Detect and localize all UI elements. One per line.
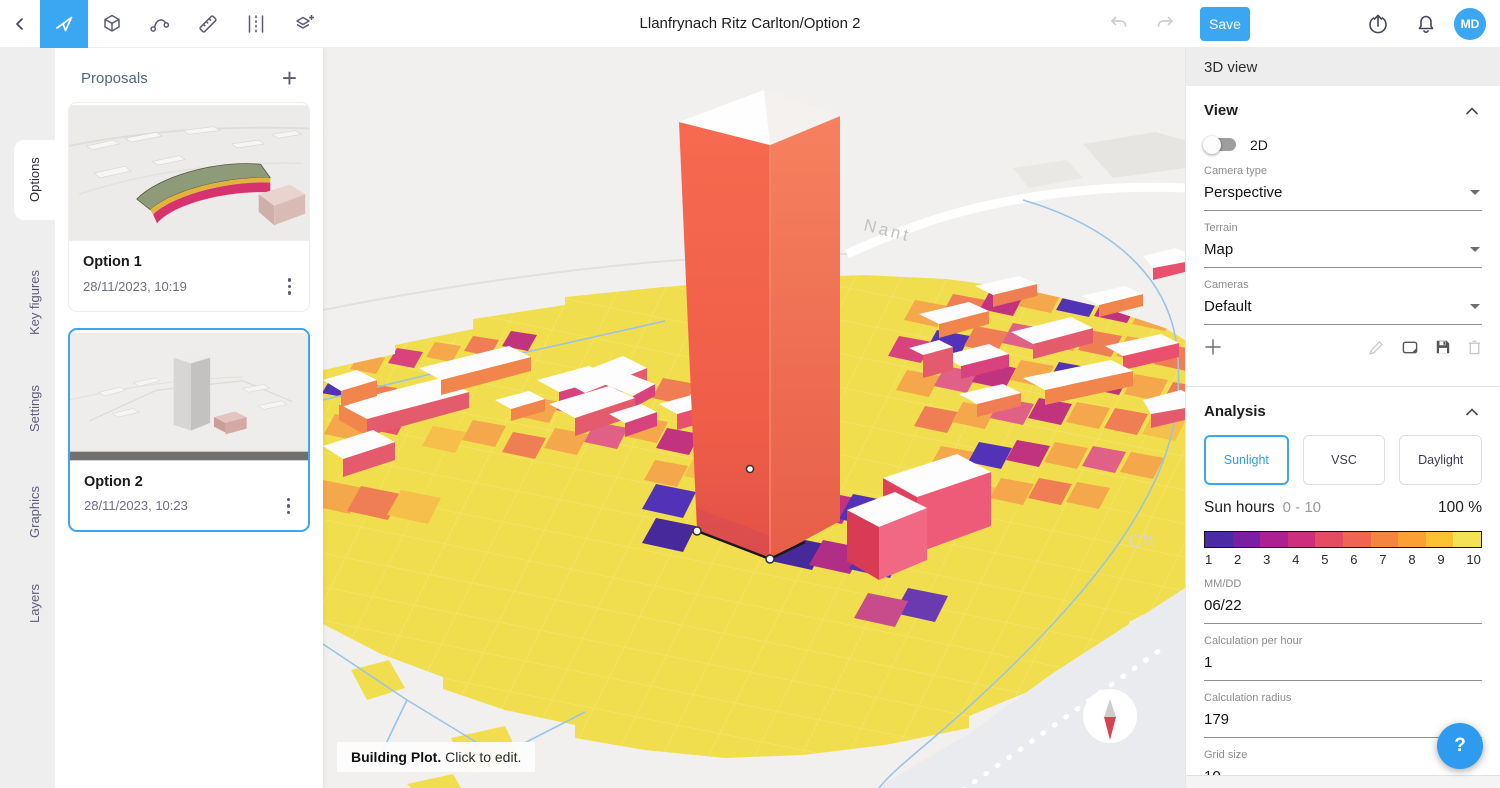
proposal-thumbnail-2 — [70, 330, 308, 463]
calc-per-hour-field[interactable] — [1204, 647, 1482, 681]
sun-hours-percent: 100 % — [1438, 499, 1482, 517]
status-bar-title: Building Plot. — [351, 749, 441, 765]
delete-camera-icon[interactable] — [1467, 339, 1482, 356]
sun-hours-range: 0 - 10 — [1283, 499, 1321, 516]
top-toolbar: Llanfrynach Ritz Carlton/Option 2 Save M… — [0, 0, 1500, 48]
redo-icon[interactable] — [1142, 0, 1188, 48]
proposal-thumbnail-1 — [69, 103, 309, 243]
proposal-date: 28/11/2023, 10:23 — [84, 498, 188, 513]
proposals-title: Proposals — [81, 70, 148, 87]
calc-per-hour-label: Calculation per hour — [1204, 635, 1482, 647]
date-field-label: MM/DD — [1204, 578, 1482, 590]
sidebar-tab-options[interactable]: Options — [14, 140, 55, 220]
sidebar-tab-graphics[interactable]: Graphics — [14, 478, 55, 546]
view-section-title: View — [1204, 102, 1238, 119]
proposal-menu-icon[interactable] — [282, 274, 298, 299]
proposals-panel: Proposals + Opt — [55, 48, 323, 788]
bell-icon[interactable] — [1402, 0, 1450, 48]
status-bar[interactable]: Building Plot. Click to edit. — [337, 742, 535, 772]
tower-building[interactable] — [679, 90, 840, 559]
sidebar-tab-layers[interactable]: Layers — [14, 574, 55, 632]
duplicate-camera-icon[interactable] — [1401, 339, 1419, 356]
sun-hours-label: Sun hours — [1204, 499, 1275, 517]
analysis-mode-vsc[interactable]: VSC — [1303, 435, 1386, 485]
proposal-card-option-2[interactable]: Option 2 28/11/2023, 10:23 — [68, 328, 310, 533]
app-window: Llanfrynach Ritz Carlton/Option 2 Save M… — [0, 0, 1500, 788]
sidebar-tab-settings[interactable]: Settings — [14, 376, 55, 442]
cameras-label: Cameras — [1204, 279, 1482, 291]
proposal-menu-icon[interactable] — [281, 494, 297, 519]
proposal-date: 28/11/2023, 10:19 — [83, 279, 187, 294]
collapse-view-icon[interactable] — [1462, 103, 1482, 119]
panel-title: 3D view — [1186, 48, 1500, 86]
map-label-2: Ch — [1127, 529, 1156, 552]
help-button[interactable]: ? — [1437, 723, 1483, 769]
undo-icon[interactable] — [1096, 0, 1142, 48]
collapse-analysis-icon[interactable] — [1462, 404, 1482, 420]
left-tab-strip: Options Key figures Settings Graphics La… — [0, 48, 55, 788]
avatar[interactable]: MD — [1454, 8, 1486, 40]
color-scale-ticks: 12 34 56 78 910 — [1205, 552, 1481, 567]
calc-radius-label: Calculation radius — [1204, 692, 1482, 704]
compass-icon[interactable] — [1083, 689, 1137, 743]
date-field[interactable] — [1204, 590, 1482, 624]
2d-toggle[interactable] — [1206, 138, 1236, 151]
status-bar-hint: Click to edit. — [441, 749, 521, 765]
add-proposal-button[interactable]: + — [278, 68, 301, 88]
sidebar-tab-key-figures[interactable]: Key figures — [14, 256, 55, 348]
add-camera-icon[interactable] — [1204, 338, 1222, 356]
terrain-select[interactable]: Map — [1204, 234, 1482, 268]
analysis-mode-daylight[interactable]: Daylight — [1399, 435, 1482, 485]
chevron-down-icon — [1470, 247, 1480, 252]
save-button[interactable]: Save — [1200, 7, 1250, 41]
save-camera-icon[interactable] — [1435, 339, 1451, 356]
analysis-section-title: Analysis — [1204, 403, 1266, 420]
proposal-card-option-1[interactable]: Option 1 28/11/2023, 10:19 — [68, 102, 310, 312]
section-tool-icon[interactable] — [232, 0, 280, 48]
color-scale-bar — [1204, 531, 1482, 548]
back-icon[interactable] — [0, 0, 40, 48]
3d-scene: Nant Ch — [323, 48, 1185, 788]
proposal-name: Option 2 — [70, 463, 308, 492]
camera-type-label: Camera type — [1204, 165, 1482, 177]
box-tool-icon[interactable] — [88, 0, 136, 48]
share-icon[interactable] — [1354, 0, 1402, 48]
measure-tool-icon[interactable] — [184, 0, 232, 48]
right-panel: 3D view View 2D Camera type Perspective … — [1185, 48, 1500, 788]
edit-camera-icon[interactable] — [1368, 339, 1385, 356]
camera-type-select[interactable]: Perspective — [1204, 177, 1482, 211]
view-section: View 2D Camera type Perspective Terrain … — [1186, 86, 1500, 372]
analysis-mode-sunlight[interactable]: Sunlight — [1204, 435, 1289, 485]
spline-tool-icon[interactable] — [136, 0, 184, 48]
2d-toggle-label: 2D — [1250, 137, 1268, 153]
3d-viewport[interactable]: Nant Ch — [323, 48, 1185, 788]
terrain-label: Terrain — [1204, 222, 1482, 234]
topbar-right-group: Save MD — [1096, 0, 1500, 48]
chevron-down-icon — [1470, 304, 1480, 309]
cameras-select[interactable]: Default — [1204, 291, 1482, 325]
chevron-down-icon — [1470, 190, 1480, 195]
panel-footer — [1186, 775, 1500, 788]
proposal-name: Option 1 — [69, 243, 309, 272]
select-tool-icon[interactable] — [40, 0, 88, 48]
add-volume-icon[interactable] — [280, 0, 328, 48]
